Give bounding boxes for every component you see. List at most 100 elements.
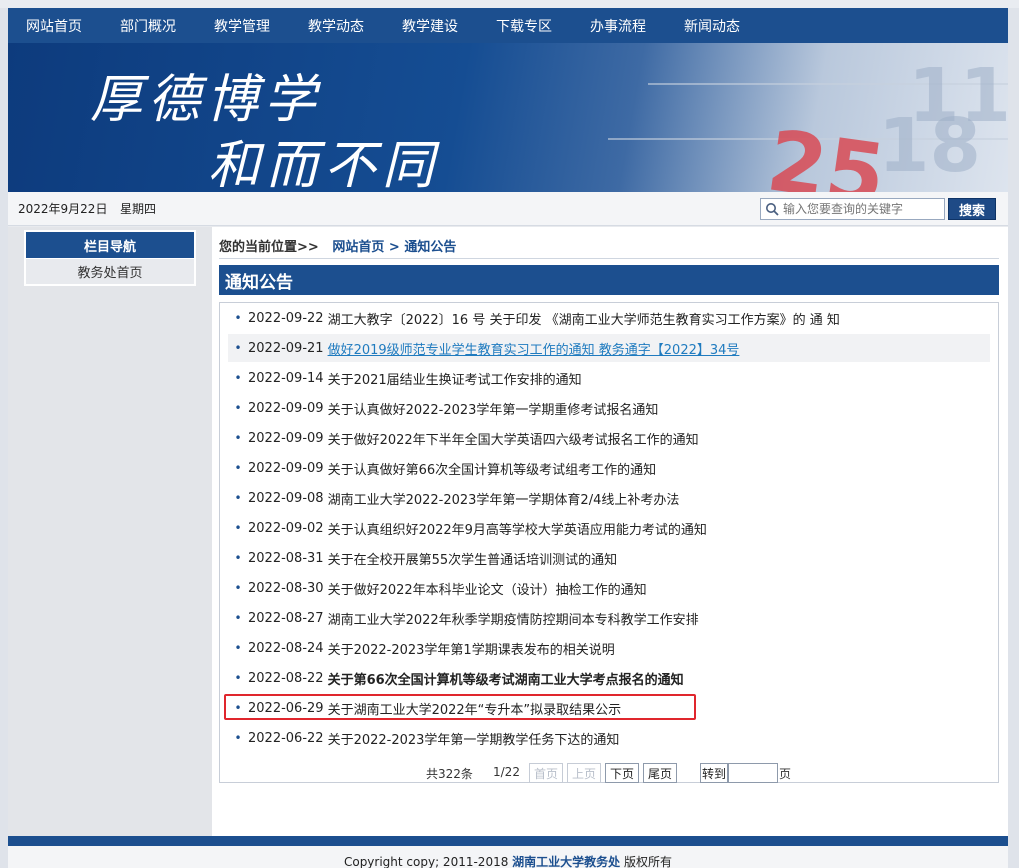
breadcrumb-separator: > [388,240,400,255]
bullet-icon: • [234,641,242,655]
footer-rights: 版权所有 [624,855,673,868]
nav-item-procedures[interactable]: 办事流程 [590,16,646,36]
info-bar: 2022年9月22日 星期四 搜索 [8,192,1008,226]
highlight-box [224,694,696,720]
last-page-button[interactable]: 尾页 [643,763,677,783]
breadcrumb-home-link[interactable]: 网站首页 [332,240,384,255]
notice-link[interactable]: 关于在全校开展第55次学生普通话培训测试的通知 [328,549,618,568]
notice-date: 2022-08-30 [248,580,324,596]
list-item: • 2022-08-27 湖南工业大学2022年秋季学期疫情防控期间本专科教学工… [228,604,990,632]
first-page-button[interactable]: 首页 [529,763,563,783]
current-weekday: 星期四 [120,202,157,216]
nav-item-department[interactable]: 部门概况 [120,16,176,36]
footer: Copyright copy; 2011-2018 湖南工业大学教务处 版权所有 [8,846,1008,868]
sidebar: 栏目导航 教务处首页 [24,230,196,286]
pager-total: 共322条 [426,767,473,781]
list-item: • 2022-09-02 关于认真组织好2022年9月高等学校大学英语应用能力考… [228,514,990,542]
notice-link[interactable]: 做好2019级师范专业学生教育实习工作的通知 教务通字【2022】34号 [328,339,740,358]
notice-link[interactable]: 关于第66次全国计算机等级考试湖南工业大学考点报名的通知 [328,669,684,688]
list-item: • 2022-06-22 关于2022-2023学年第一学期教学任务下达的通知 [228,724,990,752]
header-banner: 11 18 25 厚德博学 和而不同 [8,43,1008,192]
notice-date: 2022-09-21 [248,340,324,356]
breadcrumb: 您的当前位置>> 网站首页 > 通知公告 [219,236,456,255]
search-icon [761,199,783,219]
notice-date: 2022-09-22 [248,310,324,326]
list-item: • 2022-08-30 关于做好2022年本科毕业论文（设计）抽检工作的通知 [228,574,990,602]
sidebar-background [8,227,212,836]
divider [219,258,999,259]
calendar-number: 18 [878,103,981,189]
notice-link[interactable]: 关于做好2022年下半年全国大学英语四六级考试报名工作的通知 [328,429,699,448]
notice-link[interactable]: 关于认真组织好2022年9月高等学校大学英语应用能力考试的通知 [328,519,707,538]
bullet-icon: • [234,311,242,325]
search-button[interactable]: 搜索 [948,198,996,220]
goto-button[interactable]: 转到 [700,763,728,783]
bullet-icon: • [234,581,242,595]
notice-link[interactable]: 湖工大教字〔2022〕16 号 关于印发 《湖南工业大学师范生教育实习工作方案》… [328,309,840,328]
footer-copyright: Copyright copy; 2011-2018 [343,855,509,868]
notice-date: 2022-09-14 [248,370,324,386]
nav-item-home[interactable]: 网站首页 [26,16,82,36]
notice-date: 2022-06-22 [248,730,324,746]
sidebar-title: 栏目导航 [26,232,194,258]
nav-item-teaching-news[interactable]: 教学动态 [308,16,364,36]
banner-motto-line1: 厚德博学 [90,70,323,130]
bullet-icon: • [234,491,242,505]
notice-date: 2022-09-08 [248,490,324,506]
notice-link[interactable]: 湖南工业大学2022-2023学年第一学期体育2/4线上补考办法 [328,489,680,508]
nav-item-teaching-construction[interactable]: 教学建设 [402,16,458,36]
list-item: • 2022-08-24 关于2022-2023学年第1学期课表发布的相关说明 [228,634,990,662]
bullet-icon: • [234,461,242,475]
list-item: • 2022-09-09 关于认真做好2022-2023学年第一学期重修考试报名… [228,394,990,422]
page-edge-right [1008,8,1019,868]
bullet-icon: • [234,671,242,685]
notice-link[interactable]: 关于做好2022年本科毕业论文（设计）抽检工作的通知 [328,579,647,598]
bullet-icon: • [234,521,242,535]
notice-date: 2022-08-24 [248,640,324,656]
pagination: 共322条 1/22 首页 上页 下页 尾页 转到 页 [219,763,999,783]
list-item: • 2022-08-22 关于第66次全国计算机等级考试湖南工业大学考点报名的通… [228,664,990,692]
search-box [760,198,945,220]
pager-page: 1/22 [493,765,520,779]
sidebar-item-home[interactable]: 教务处首页 [26,258,194,284]
list-item: • 2022-09-21 做好2019级师范专业学生教育实习工作的通知 教务通字… [228,334,990,362]
notice-date: 2022-09-09 [248,400,324,416]
search-input[interactable] [783,202,941,216]
nav-item-teaching-management[interactable]: 教学管理 [214,16,270,36]
list-item: • 2022-09-14 关于2021届结业生换证考试工作安排的通知 [228,364,990,392]
notice-link[interactable]: 关于2021届结业生换证考试工作安排的通知 [328,369,582,388]
bullet-icon: • [234,551,242,565]
bullet-icon: • [234,341,242,355]
notice-date: 2022-09-02 [248,520,324,536]
notice-link[interactable]: 关于认真做好2022-2023学年第一学期重修考试报名通知 [328,399,659,418]
nav-item-downloads[interactable]: 下载专区 [496,16,552,36]
bullet-icon: • [234,431,242,445]
notice-date: 2022-08-31 [248,550,324,566]
section-title: 通知公告 [219,265,999,295]
bullet-icon: • [234,731,242,745]
notice-link[interactable]: 关于认真做好第66次全国计算机等级考试组考工作的通知 [328,459,657,478]
calendar-number-highlight: 25 [761,111,892,192]
next-page-button[interactable]: 下页 [605,763,639,783]
bullet-icon: • [234,371,242,385]
list-item: • 2022-09-09 关于认真做好第66次全国计算机等级考试组考工作的通知 [228,454,990,482]
footer-org: 湖南工业大学教务处 [512,855,621,868]
page-edge-left [0,8,8,868]
list-item: • 2022-09-08 湖南工业大学2022-2023学年第一学期体育2/4线… [228,484,990,512]
notice-date: 2022-08-27 [248,610,324,626]
list-item: • 2022-09-22 湖工大教字〔2022〕16 号 关于印发 《湖南工业大… [228,304,990,332]
notice-link[interactable]: 关于2022-2023学年第1学期课表发布的相关说明 [328,639,615,658]
nav-item-news[interactable]: 新闻动态 [684,16,740,36]
goto-page-input[interactable] [728,763,778,783]
list-item: • 2022-09-09 关于做好2022年下半年全国大学英语四六级考试报名工作… [228,424,990,452]
notice-link[interactable]: 关于2022-2023学年第一学期教学任务下达的通知 [328,729,620,748]
list-item: • 2022-08-31 关于在全校开展第55次学生普通话培训测试的通知 [228,544,990,572]
current-date: 2022年9月22日 [18,202,108,216]
bullet-icon: • [234,611,242,625]
pager-unit: 页 [779,767,792,781]
prev-page-button[interactable]: 上页 [567,763,601,783]
breadcrumb-current[interactable]: 通知公告 [404,240,456,255]
notice-link[interactable]: 湖南工业大学2022年秋季学期疫情防控期间本专科教学工作安排 [328,609,699,628]
notice-date: 2022-09-09 [248,460,324,476]
footer-bar [8,836,1008,846]
